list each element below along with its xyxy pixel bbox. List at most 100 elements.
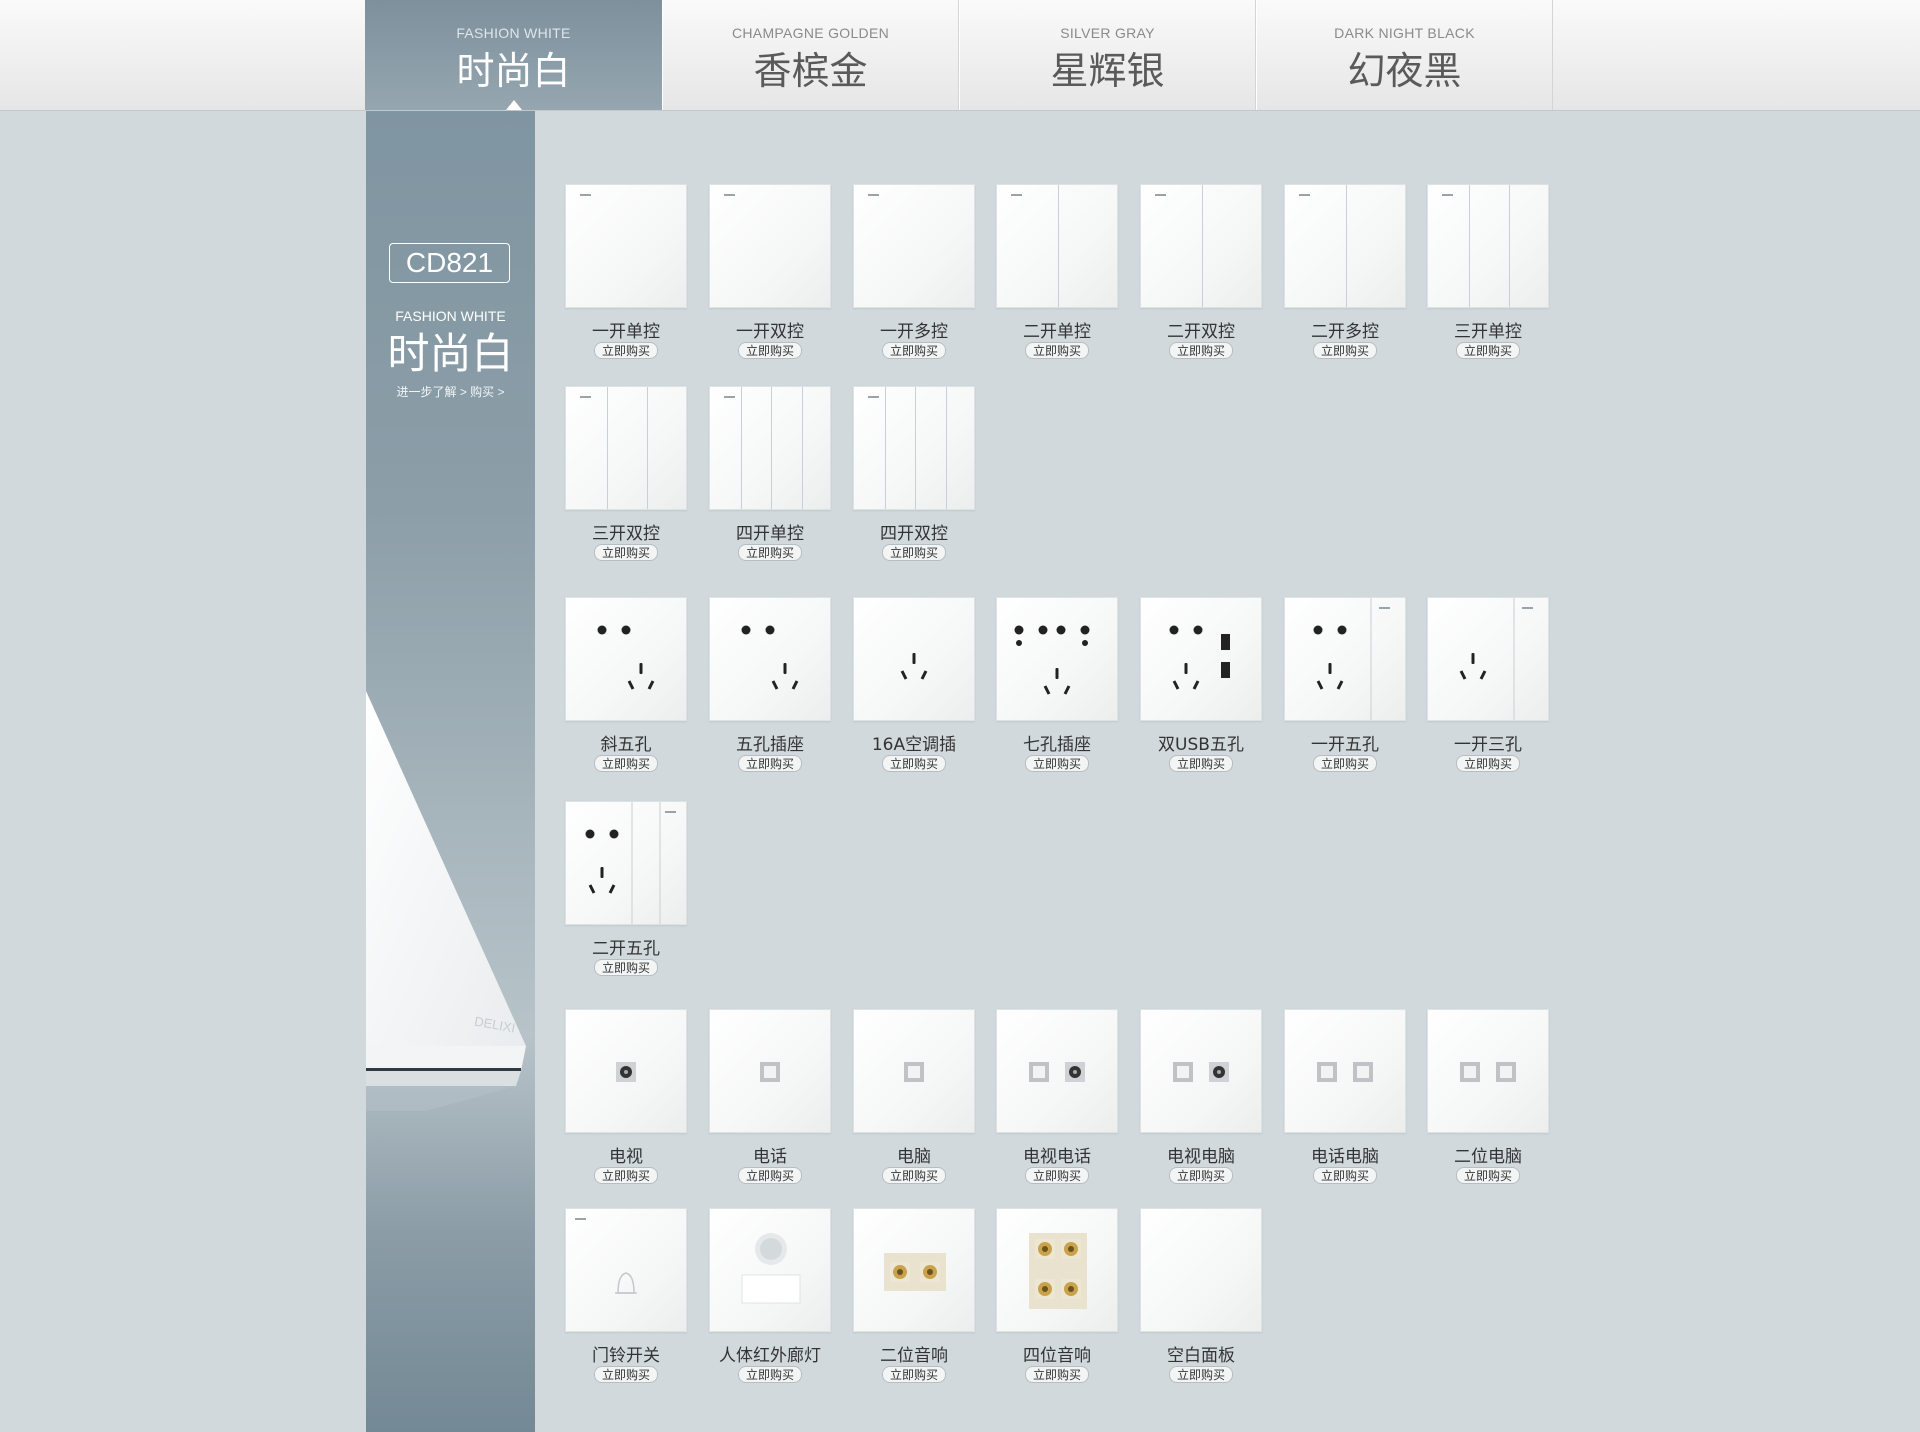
product-tile[interactable] <box>1427 184 1549 308</box>
product-name: 斜五孔 <box>600 735 652 755</box>
buy-now-button[interactable]: 立即购买 <box>882 1366 946 1383</box>
product-tile[interactable] <box>1427 1009 1549 1133</box>
buy-now-button[interactable]: 立即购买 <box>882 544 946 561</box>
product-tile[interactable] <box>565 597 687 721</box>
tv-network-port-icon <box>1173 1062 1229 1082</box>
product-tile[interactable] <box>853 597 975 721</box>
product-tile[interactable] <box>709 597 831 721</box>
product-tile[interactable] <box>709 1009 831 1133</box>
socket-5-hole-icon <box>741 625 799 690</box>
product-name: 电视电话 <box>1023 1147 1091 1167</box>
buy-now-button[interactable]: 立即购买 <box>882 755 946 772</box>
product-name: 七孔插座 <box>1023 735 1091 755</box>
buy-now-button[interactable]: 立即购买 <box>738 342 802 359</box>
indicator-led <box>868 396 879 398</box>
buy-now-button[interactable]: 立即购买 <box>594 1167 658 1184</box>
product-name: 二位音响 <box>880 1346 948 1366</box>
color-tab-bar: FASHION WHITE 时尚白 CHAMPAGNE GOLDEN 香槟金 S… <box>0 0 1920 111</box>
phone-network-port-icon <box>1317 1062 1373 1082</box>
socket-switch-5-hole-icon <box>1313 598 1390 720</box>
socket-7-hole-icon <box>1014 625 1090 695</box>
product-tile[interactable] <box>1284 597 1406 721</box>
indicator-led <box>1155 194 1166 196</box>
buy-now-button[interactable]: 立即购买 <box>738 1366 802 1383</box>
product-tile[interactable] <box>565 1208 687 1332</box>
buy-link[interactable]: 购买 > <box>470 385 504 399</box>
socket-5-hole-icon <box>597 625 655 690</box>
tab-zh-label: 星辉银 <box>1050 49 1165 93</box>
buy-now-button[interactable]: 立即购买 <box>594 755 658 772</box>
indicator-led <box>580 194 591 196</box>
product-tile[interactable] <box>1140 597 1262 721</box>
product-tile[interactable] <box>565 184 687 308</box>
buy-now-button[interactable]: 立即购买 <box>594 342 658 359</box>
product-name: 门铃开关 <box>592 1346 660 1366</box>
gang-divider <box>1202 185 1203 307</box>
gang-divider <box>741 387 742 509</box>
buy-now-button[interactable]: 立即购买 <box>1025 1366 1089 1383</box>
buy-now-button[interactable]: 立即购买 <box>594 1366 658 1383</box>
buy-now-button[interactable]: 立即购买 <box>1456 755 1520 772</box>
buy-now-button[interactable]: 立即购买 <box>738 544 802 561</box>
buy-now-button[interactable]: 立即购买 <box>882 1167 946 1184</box>
product-tile[interactable] <box>709 386 831 510</box>
product-tile[interactable] <box>996 1208 1118 1332</box>
product-tile[interactable] <box>996 597 1118 721</box>
tab-fashion-white[interactable]: FASHION WHITE 时尚白 <box>365 0 662 110</box>
tab-champagne-golden[interactable]: CHAMPAGNE GOLDEN 香槟金 <box>662 0 959 110</box>
buy-now-button[interactable]: 立即购买 <box>1456 342 1520 359</box>
product-name: 四开单控 <box>736 524 804 544</box>
product-tile[interactable] <box>1284 184 1406 308</box>
product-tile[interactable] <box>1140 1009 1262 1133</box>
blank-panel-icon <box>1141 1209 1261 1331</box>
product-name: 五孔插座 <box>736 735 804 755</box>
buy-now-button[interactable]: 立即购买 <box>738 1167 802 1184</box>
buy-now-button[interactable]: 立即购买 <box>1025 1167 1089 1184</box>
gang-divider <box>915 387 916 509</box>
sidebar-links: 进一步了解 > 购买 > <box>366 383 535 400</box>
buy-now-button[interactable]: 立即购买 <box>594 959 658 976</box>
product-tile[interactable] <box>853 1208 975 1332</box>
buy-now-button[interactable]: 立即购买 <box>1313 755 1377 772</box>
product-tile[interactable] <box>565 801 687 925</box>
learn-more-link[interactable]: 进一步了解 > <box>396 385 466 399</box>
socket-switch2-5-hole-icon <box>585 802 676 924</box>
product-tile[interactable] <box>996 184 1118 308</box>
product-tile[interactable] <box>709 184 831 308</box>
tab-silver-gray[interactable]: SILVER GRAY 星辉银 <box>959 0 1256 110</box>
speaker-4-icon <box>1029 1233 1087 1309</box>
indicator-led <box>580 396 591 398</box>
product-tile[interactable] <box>996 1009 1118 1133</box>
product-tile[interactable] <box>565 386 687 510</box>
sidebar-color-zh: 时尚白 <box>387 329 514 378</box>
product-tile[interactable] <box>709 1208 831 1332</box>
buy-now-button[interactable]: 立即购买 <box>1169 1167 1233 1184</box>
phone-port-icon <box>760 1062 780 1082</box>
tab-zh-label: 时尚白 <box>456 49 571 93</box>
gang-divider <box>885 387 886 509</box>
buy-now-button[interactable]: 立即购买 <box>1169 1366 1233 1383</box>
tab-en-label: FASHION WHITE <box>456 25 571 41</box>
buy-now-button[interactable]: 立即购买 <box>1456 1167 1520 1184</box>
buy-now-button[interactable]: 立即购买 <box>594 544 658 561</box>
product-tile[interactable] <box>1140 1208 1262 1332</box>
product-tile[interactable] <box>565 1009 687 1133</box>
product-name: 二位电脑 <box>1454 1147 1522 1167</box>
tab-dark-night-black[interactable]: DARK NIGHT BLACK 幻夜黑 <box>1256 0 1553 110</box>
buy-now-button[interactable]: 立即购买 <box>1313 342 1377 359</box>
gang-divider <box>771 387 772 509</box>
buy-now-button[interactable]: 立即购买 <box>1025 342 1089 359</box>
product-tile[interactable] <box>853 184 975 308</box>
buy-now-button[interactable]: 立即购买 <box>1169 755 1233 772</box>
buy-now-button[interactable]: 立即购买 <box>1169 342 1233 359</box>
product-tile[interactable] <box>853 1009 975 1133</box>
buy-now-button[interactable]: 立即购买 <box>1313 1167 1377 1184</box>
product-tile[interactable] <box>853 386 975 510</box>
buy-now-button[interactable]: 立即购买 <box>738 755 802 772</box>
indicator-led <box>1299 194 1310 196</box>
buy-now-button[interactable]: 立即购买 <box>882 342 946 359</box>
product-tile[interactable] <box>1140 184 1262 308</box>
product-tile[interactable] <box>1284 1009 1406 1133</box>
buy-now-button[interactable]: 立即购买 <box>1025 755 1089 772</box>
product-tile[interactable] <box>1427 597 1549 721</box>
